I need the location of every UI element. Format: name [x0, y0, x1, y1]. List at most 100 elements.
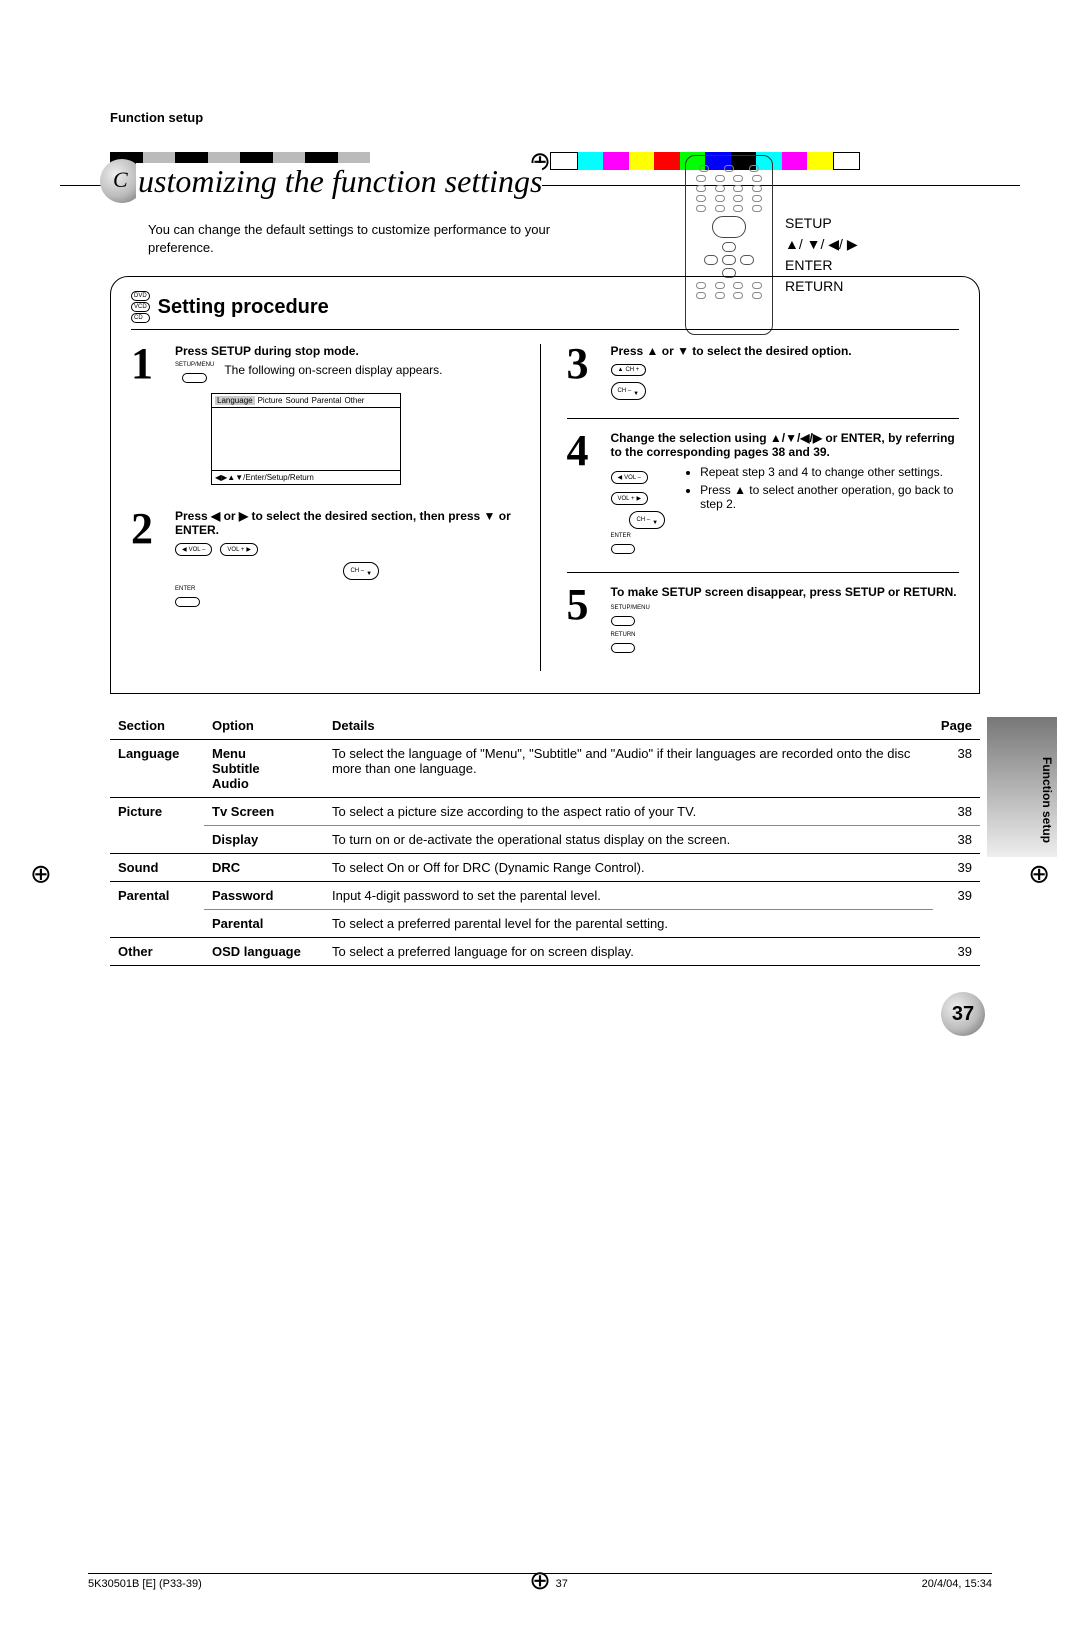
table-row: Picture Tv Screen To select a picture si…: [110, 798, 980, 826]
cell-option: Parental: [204, 910, 324, 938]
settings-table: Section Option Details Page Language Men…: [110, 712, 980, 966]
step-number: 3: [567, 344, 601, 400]
footer-center: 37: [556, 1578, 568, 1590]
ch-minus-icon: CH –▼: [343, 562, 379, 580]
cell-option: Menu Subtitle Audio: [204, 740, 324, 798]
setup-button-icon: [611, 616, 636, 626]
steps-right-column: 3 Press ▲ or ▼ to select the desired opt…: [561, 344, 960, 671]
cell-section: Language: [110, 740, 204, 798]
osd-tab: Language: [215, 396, 255, 405]
cell-option: DRC: [204, 854, 324, 882]
procedure-title: Setting procedure: [158, 296, 329, 319]
remote-label-enter: ENTER: [785, 255, 858, 276]
vol-plus-icon: VOL + ▶: [611, 492, 649, 505]
enter-button-icon: [175, 597, 200, 607]
crop-target-icon: ⊕: [1028, 859, 1050, 890]
cell-details: To select a preferred language for on sc…: [324, 938, 933, 966]
step-2: 2 Press ◀ or ▶ to select the desired sec…: [131, 509, 524, 607]
tag-dvd: DVD: [131, 291, 150, 301]
cell-page: 39: [933, 882, 980, 938]
th-page: Page: [933, 712, 980, 740]
cell-details: To select On or Off for DRC (Dynamic Ran…: [324, 854, 933, 882]
vol-minus-icon: ◀ VOL –: [175, 543, 212, 556]
remote-label-arrows: [785, 234, 858, 255]
cell-page: 39: [933, 938, 980, 966]
th-option: Option: [204, 712, 324, 740]
step-4: 4 Change the selection using ▲/▼/◀/▶ or …: [567, 431, 960, 554]
crop-target-icon: ⊕: [30, 859, 52, 890]
th-section: Section: [110, 712, 204, 740]
table-row: Other OSD language To select a preferred…: [110, 938, 980, 966]
table-row: Sound DRC To select On or Off for DRC (D…: [110, 854, 980, 882]
cell-option: OSD language: [204, 938, 324, 966]
step-number: 4: [567, 431, 601, 554]
cell-page: 39: [933, 854, 980, 882]
procedure-box: DVD VCD CD Setting procedure 1 Press SET…: [110, 276, 980, 694]
table-row: Display To turn on or de-activate the op…: [110, 826, 980, 854]
tag-vcd: VCD: [131, 302, 150, 312]
cell-section: Other: [110, 938, 204, 966]
table-row: Parental To select a preferred parental …: [110, 910, 980, 938]
vol-minus-icon: ◀ VOL –: [611, 471, 648, 484]
side-tab-label: Function setup: [1040, 757, 1054, 843]
footer-right: 20/4/04, 15:34: [922, 1578, 992, 1590]
remote-label-setup: SETUP: [785, 213, 858, 234]
button-label: ENTER: [175, 586, 524, 592]
page-title: ustomizing the function settings: [136, 163, 542, 200]
disc-type-tags: DVD VCD CD: [131, 291, 150, 323]
step-title: Change the selection using ▲/▼/◀/▶ or EN…: [611, 431, 960, 459]
cell-page: 38: [933, 798, 980, 826]
title-row: ustomizing the function settings SETUP E…: [110, 155, 980, 215]
osd-footer: ◀▶▲▼/Enter/Setup/Return: [212, 470, 400, 484]
step-5: 5 To make SETUP screen disappear, press …: [567, 585, 960, 653]
page-number-badge: 37: [941, 992, 985, 1036]
return-button-icon: [611, 643, 636, 653]
button-label: SETUP/MENU: [611, 605, 960, 611]
cell-section: Sound: [110, 854, 204, 882]
osd-tab: Sound: [286, 396, 309, 405]
footer-left: 5K30501B [E] (P33-39): [88, 1578, 202, 1590]
cell-details: To select the language of "Menu", "Subti…: [324, 740, 933, 798]
page-number: 37: [941, 992, 985, 1036]
step-3: 3 Press ▲ or ▼ to select the desired opt…: [567, 344, 960, 400]
side-tab: Function setup: [987, 717, 1057, 857]
step-bullet: Press ▲ to select another operation, go …: [700, 483, 959, 511]
intro-text: You can change the default settings to c…: [148, 221, 608, 256]
step-1: 1 Press SETUP during stop mode. SETUP/ME…: [131, 344, 524, 491]
table-row: Parental Password Input 4-digit password…: [110, 882, 980, 910]
section-header: Function setup: [110, 110, 980, 125]
step-number: 2: [131, 509, 165, 607]
cell-details: To select a picture size according to th…: [324, 798, 933, 826]
ch-minus-icon: CH –▼: [629, 511, 665, 529]
step-title: Press ▲ or ▼ to select the desired optio…: [611, 344, 960, 358]
osd-tab: Picture: [258, 396, 283, 405]
cell-option: Tv Screen: [204, 798, 324, 826]
cell-section: Parental: [110, 882, 204, 938]
step-title: Press SETUP during stop mode.: [175, 344, 524, 358]
step-bullet: Repeat step 3 and 4 to change other sett…: [700, 465, 959, 479]
ch-minus-icon: CH –▼: [611, 382, 647, 400]
step-text: The following on-screen display appears.: [224, 362, 442, 379]
tag-cd: CD: [131, 313, 150, 323]
step-title: Press ◀ or ▶ to select the desired secti…: [175, 509, 524, 537]
cell-option: Display: [204, 826, 324, 854]
osd-tab: Other: [344, 396, 364, 405]
th-details: Details: [324, 712, 933, 740]
step-number: 1: [131, 344, 165, 491]
crop-target-icon: ⊕: [529, 1565, 551, 1596]
button-label: SETUP/MENU: [175, 362, 214, 368]
table-row: Language Menu Subtitle Audio To select t…: [110, 740, 980, 798]
setup-button-icon: [182, 373, 207, 383]
cell-page: 38: [933, 826, 980, 854]
cell-page: 38: [933, 740, 980, 798]
ch-plus-icon: ▲CH +: [611, 364, 647, 376]
step-number: 5: [567, 585, 601, 653]
button-label: ENTER: [611, 533, 685, 539]
osd-tab: Parental: [312, 396, 342, 405]
step-title: To make SETUP screen disappear, press SE…: [611, 585, 960, 599]
cell-section: Picture: [110, 798, 204, 854]
steps-left-column: 1 Press SETUP during stop mode. SETUP/ME…: [131, 344, 541, 671]
enter-button-icon: [611, 544, 636, 554]
cell-details: To select a preferred parental level for…: [324, 910, 933, 938]
button-label: RETURN: [611, 632, 960, 638]
